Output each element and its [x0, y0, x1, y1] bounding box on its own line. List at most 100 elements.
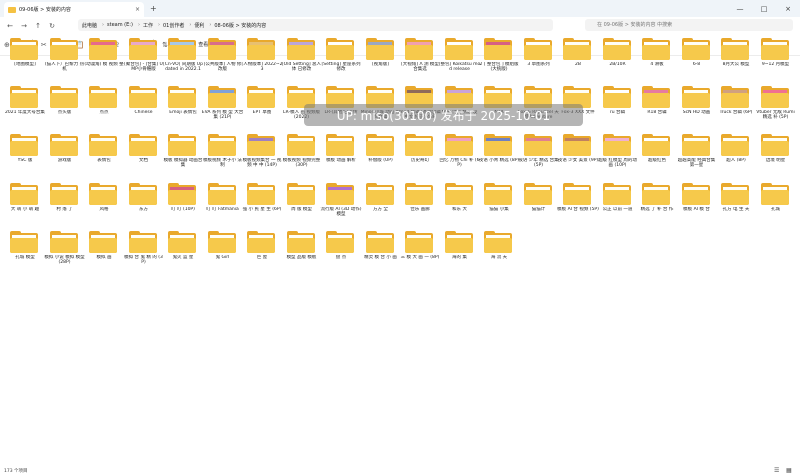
file-item[interactable]: 鬼火 蓝 星 — [164, 231, 202, 277]
file-item[interactable]: 公正 以前 一道 — [599, 183, 637, 229]
file-item[interactable]: Vtuber 无敌 Rumi 精选 补 (5P) — [756, 86, 795, 132]
file-item[interactable]: [整包] Koikatsu mod release — [439, 38, 480, 84]
file-item[interactable]: 夜语 少年 精选 合集 (5P) — [518, 134, 559, 180]
file-item[interactable]: 模板 AI 合 视频 (5P) — [557, 183, 599, 229]
file-item[interactable]: [大视角] Λ 测 模型合集选 — [401, 38, 439, 84]
file-item[interactable]: 模拟 小说 模拟 模型 (28P) — [44, 231, 85, 277]
explorer-tab[interactable]: 09-06版 > 安装的内容 × — [4, 2, 144, 17]
file-item[interactable]: [地图模型] — [6, 38, 44, 84]
file-item[interactable]: 和东 大 — [441, 183, 479, 229]
file-item[interactable]: 猫猫计 — [520, 183, 558, 229]
breadcrumb-item[interactable]: 08-06版 > 安装的内容 — [214, 22, 266, 29]
file-item[interactable]: 8月大公 模型 — [717, 38, 755, 84]
file-item[interactable]: 6-8 — [678, 38, 716, 84]
file-item[interactable]: 孔方 电 生 天 — [717, 183, 755, 229]
tab-close-icon[interactable]: × — [135, 6, 140, 13]
file-item[interactable]: 超级 红模型 周的动 画 (10P) — [598, 134, 637, 180]
breadcrumb-item[interactable]: 01创作者 — [163, 22, 184, 29]
file-item[interactable]: EPT 草图 — [243, 86, 281, 132]
close-button[interactable]: × — [776, 0, 800, 17]
breadcrumb-item[interactable]: 便利 — [194, 22, 204, 29]
file-item[interactable]: 模板视频集合 一 视频 中 中 (14P) — [243, 134, 281, 180]
arrow-right-icon[interactable]: → — [18, 20, 30, 32]
file-item[interactable]: 孔城 模型 — [6, 231, 44, 277]
file-item[interactable]: 2021 年度大号合集 — [5, 86, 45, 132]
file-item[interactable]: 东方 — [125, 183, 163, 229]
maximize-button[interactable]: □ — [752, 0, 776, 17]
file-item[interactable]: [Setting] 星座系列修改 — [321, 38, 361, 84]
file-item[interactable]: 9~12 月模型 — [757, 38, 795, 84]
file-item[interactable]: 2B/10R — [599, 38, 637, 84]
file-item[interactable]: [视角版] — [362, 38, 400, 84]
file-item[interactable]: 周 版 模型 — [283, 183, 321, 229]
file-item[interactable]: R18 合辑 — [638, 86, 676, 132]
file-item[interactable]: 点点 — [85, 86, 123, 132]
file-item[interactable]: [公共版本] 人物 修改版 — [204, 38, 242, 84]
file-item[interactable]: Truck 合辑 (6P) — [717, 86, 755, 132]
file-item[interactable]: 4 滑板 — [638, 38, 676, 84]
file-item[interactable]: 游戏版 — [46, 134, 84, 180]
file-item[interactable]: 精灵 模 合 小 画 — [362, 231, 400, 277]
file-item[interactable]: Emoji 表情包 — [164, 86, 202, 132]
file-item[interactable]: ScN HD 动画 — [678, 86, 716, 132]
file-item[interactable]: 3 草图系列 — [520, 38, 558, 84]
file-item[interactable]: 模板 模拟器 动画合集 — [164, 134, 202, 180]
file-item[interactable]: 鬼 Girl — [204, 231, 242, 277]
file-item[interactable]: 超越高能 经典合集 第一星 — [678, 134, 716, 180]
details-view-icon[interactable]: ☰ — [774, 467, 779, 474]
file-item[interactable]: 历史奇幻 — [401, 134, 439, 180]
tiles-view-icon[interactable]: ▦ — [786, 467, 792, 474]
file-item[interactable]: (动漫角) 模 视频 整 — [84, 38, 124, 84]
file-item[interactable]: 夜语 小青 精选 (8P) — [479, 134, 519, 180]
file-item[interactable]: YSC 版 — [6, 134, 44, 180]
file-item[interactable]: [Cn-VO] 同期版 Updated in 2022.1 — [163, 38, 203, 84]
minimize-button[interactable]: — — [728, 0, 752, 17]
file-item[interactable]: 模拟 画 — [85, 231, 123, 277]
new-tab-button[interactable]: + — [150, 4, 157, 13]
file-item[interactable]: 三 模 大 画 一 (8P) — [401, 231, 439, 277]
file-item[interactable]: 回忆 万物 Chi 补 (6P) — [439, 134, 480, 180]
breadcrumb-item[interactable]: steam (E:) — [107, 22, 133, 28]
breadcrumb-item[interactable]: 此电脑 — [82, 22, 97, 29]
file-item[interactable]: 模板 动画 解析 — [322, 134, 360, 180]
file-item[interactable]: 超人 (8P) — [717, 134, 755, 180]
file-item[interactable]: 叮 叮 (10P) — [164, 183, 202, 229]
file-item[interactable]: EVA 系列 模 型 大合集 (21P) — [202, 86, 243, 132]
file-item[interactable]: Chinese — [125, 86, 163, 132]
file-item[interactable]: 模板视频 视频完整 (30P) — [283, 134, 321, 180]
file-item[interactable]: 盘 点 — [322, 231, 360, 277]
file-item[interactable]: 模型 品版 模板 — [283, 231, 321, 277]
file-item[interactable]: 点头版 — [46, 86, 84, 132]
file-item[interactable]: 孔城 — [757, 183, 795, 229]
file-item[interactable]: 流行版 AI (3D 动作) 模型 — [320, 183, 362, 229]
file-item[interactable]: 村 落 了 — [46, 183, 84, 229]
file-item[interactable]: 超级红色 — [638, 134, 676, 180]
file-item[interactable]: 文档 — [125, 134, 163, 180]
file-item[interactable]: 佳乐 画廊 — [401, 183, 439, 229]
file-item[interactable]: 表情包 — [85, 134, 123, 180]
file-item[interactable]: (猫人下）巴黎力 热机 — [45, 38, 84, 84]
file-item[interactable]: 巨 屋 — [243, 231, 281, 277]
file-item[interactable]: 猫猫 小集 — [480, 183, 518, 229]
file-item[interactable]: 模板视频 木子小 法制 — [203, 134, 242, 180]
file-item[interactable]: ru 合辑 — [599, 86, 637, 132]
file-item[interactable]: 海 流 天 — [480, 231, 518, 277]
file-item[interactable]: 2B — [559, 38, 597, 84]
file-item[interactable]: 2 [ 整合包 ] 模组版 (大统版) — [479, 38, 519, 84]
file-item[interactable]: 精选 了 补 合 作 — [638, 183, 676, 229]
file-item[interactable]: 海的 集 — [441, 231, 479, 277]
file-item[interactable]: [聚合包] - [合集] UMP小骨骼版 — [124, 38, 163, 84]
file-item[interactable]: 边境 明星 — [757, 134, 795, 180]
arrow-up-icon[interactable]: ↑ — [32, 20, 44, 32]
file-item[interactable]: [人物版本] 2022~23 — [241, 38, 283, 84]
file-item[interactable]: 补偿版 (UP) — [362, 134, 400, 180]
arrow-left-icon[interactable]: ← — [4, 20, 16, 32]
breadcrumb-item[interactable]: 工作 — [143, 22, 153, 29]
file-item[interactable]: 叮 叮 Fatmania — [204, 183, 242, 229]
search-input[interactable] — [585, 19, 793, 31]
file-item[interactable]: 夜语 少女 美景 (9P) — [558, 134, 598, 180]
file-item[interactable]: 强 小 民 星 生 (6P) — [243, 183, 281, 229]
address-bar[interactable]: 此电脑 › steam (E:) › 工作 › 01创作者 › 便利 › 08-06版 >… — [78, 19, 553, 31]
file-item[interactable]: 模板 AI 模 合 — [678, 183, 716, 229]
file-item[interactable]: 大 萌 小 萌 趣 — [6, 183, 44, 229]
